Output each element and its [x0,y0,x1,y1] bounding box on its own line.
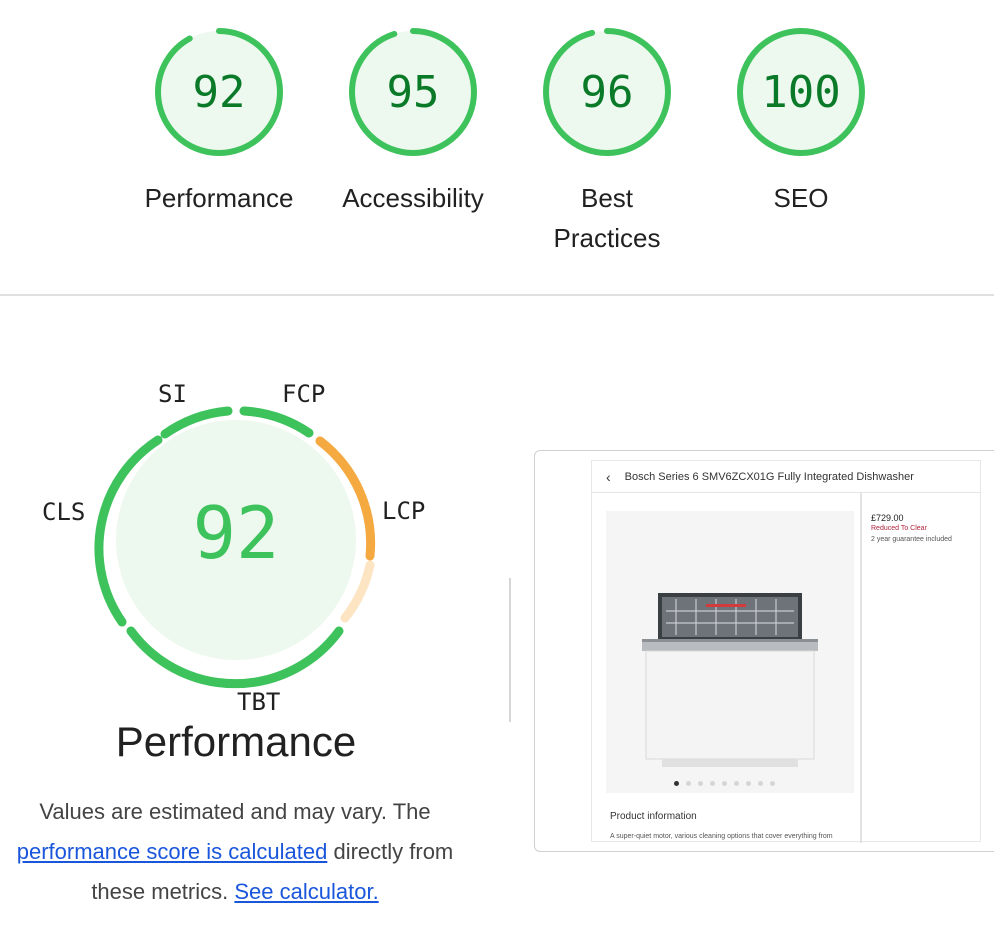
carousel-dot[interactable] [710,781,715,786]
product-title: Bosch Series 6 SMV6ZCX01G Fully Integrat… [624,470,914,483]
accessibility-score: 95 [386,66,440,118]
guarantee-text: 2 year guarantee included [871,536,952,543]
performance-metrics-gauge: 92 [0,340,480,740]
carousel-dot[interactable] [686,781,691,786]
carousel-dot[interactable] [770,781,775,786]
product-header: ‹ Bosch Series 6 SMV6ZCX01G Fully Integr… [592,461,980,493]
side-panel-divider [860,493,862,843]
seo-score: 100 [761,66,841,118]
score-calculation-link[interactable]: performance score is calculated [17,839,328,864]
metric-label-si: SI [158,380,187,408]
performance-big-score: 92 [192,491,280,575]
final-screenshot-preview[interactable]: ‹ Bosch Series 6 SMV6ZCX01G Fully Integr… [534,450,994,852]
best-practices-label-line2: Practices [553,223,661,253]
note-line-3: these metrics. See calculator. [0,872,480,912]
best-practices-label-line1: Best [580,183,634,213]
preview-separator [509,578,511,722]
carousel-dots[interactable] [674,781,775,786]
note-line-3-text: these metrics. [91,879,229,904]
product-info-body: A super-quiet motor, various cleaning op… [610,833,833,840]
page-screenshot: ‹ Bosch Series 6 SMV6ZCX01G Fully Integr… [591,460,981,843]
carousel-dot[interactable] [698,781,703,786]
best-practices-label: Best Practices [512,178,702,258]
performance-note: Values are estimated and may vary. The p… [0,792,480,912]
accessibility-category-gauge[interactable]: 95 Accessibility [318,28,508,218]
carousel-dot[interactable] [758,781,763,786]
metric-label-lcp: LCP [382,497,426,525]
carousel-dot[interactable] [746,781,751,786]
section-divider [0,294,994,296]
product-price: £729.00 [871,513,904,523]
back-chevron-icon: ‹ [606,468,611,485]
performance-score: 92 [192,66,246,118]
performance-title: Performance [115,718,357,765]
performance-category-gauge[interactable]: 92 Performance [124,28,314,218]
note-middle-text: directly from [333,839,454,864]
performance-label: Performance [144,183,294,213]
best-practices-score: 96 [580,66,634,118]
metric-label-tbt: TBT [237,688,281,716]
carousel-dot-active[interactable] [674,781,679,786]
metric-label-fcp: FCP [282,380,326,408]
carousel-dot[interactable] [722,781,727,786]
product-info-title: Product information [610,811,697,822]
dishwasher-image [606,511,854,793]
note-line-1: Values are estimated and may vary. The [39,799,431,824]
carousel-dot[interactable] [734,781,739,786]
metric-label-cls: CLS [42,498,86,526]
seo-category-gauge[interactable]: 100 SEO [706,28,896,218]
see-calculator-link[interactable]: See calculator. [234,879,378,904]
reduced-badge: Reduced To Clear [871,525,927,532]
dishwasher-illustration [642,593,818,767]
best-practices-category-gauge[interactable]: 96 Best Practices [512,28,702,258]
seo-label: SEO [773,183,829,213]
note-line-2: performance score is calculated directly… [0,832,480,872]
lighthouse-report: 92 Performance 95 Accessibility 96 Best … [0,0,994,926]
accessibility-label: Accessibility [342,183,484,213]
